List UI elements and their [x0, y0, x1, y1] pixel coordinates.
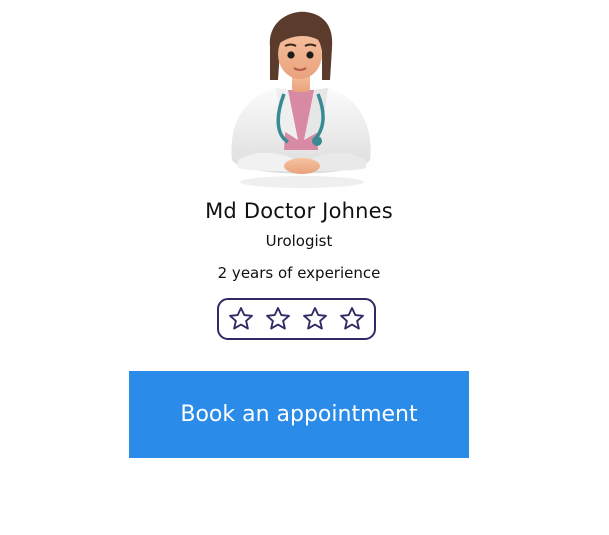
rating-stars [217, 298, 376, 340]
book-appointment-label: Book an appointment [180, 402, 418, 427]
doctor-experience: 2 years of experience [217, 264, 381, 282]
star-outline-icon[interactable] [301, 305, 329, 333]
doctor-card: Md Doctor Johnes Urologist 2 years of ex… [0, 0, 609, 535]
doctor-avatar [231, 11, 371, 188]
star-outline-icon[interactable] [227, 305, 255, 333]
doctor-name: Md Doctor Johnes [205, 199, 393, 223]
star-outline-icon[interactable] [264, 305, 292, 333]
doctor-specialty: Urologist [265, 232, 333, 250]
star-outline-icon[interactable] [338, 305, 366, 333]
book-appointment-button[interactable]: Book an appointment [129, 371, 469, 458]
